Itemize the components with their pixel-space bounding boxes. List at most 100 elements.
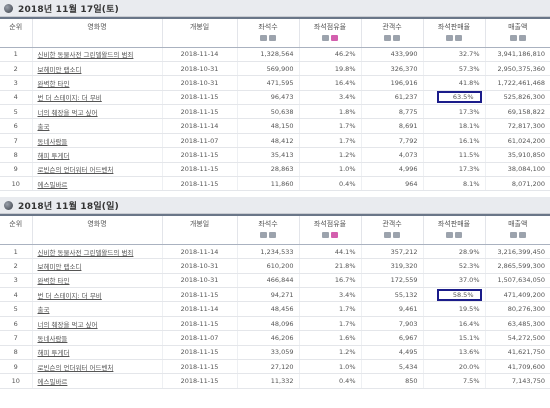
movie-title-link[interactable]: 에스밀바르 xyxy=(38,181,68,189)
movie-title-link[interactable]: 번 더 스테이지: 더 무비 xyxy=(38,94,102,102)
seat-sales-rate-cell: 32.7% xyxy=(423,47,486,62)
sort-asc-icon[interactable] xyxy=(331,35,338,41)
release-date-value: 2018-11-15 xyxy=(180,290,219,299)
sort-asc-icon[interactable] xyxy=(455,35,462,41)
sort-desc-icon[interactable] xyxy=(260,232,267,239)
audience-value: 196,916 xyxy=(390,78,418,87)
movie-title-link[interactable]: 로빈슨의 언더워터 어드벤처 xyxy=(38,364,114,372)
column-header: 좌석수 xyxy=(237,214,300,245)
sort-desc-icon[interactable] xyxy=(384,35,391,41)
movie-title-cell: 보헤미안 랩소디 xyxy=(32,61,163,77)
column-header-label: 순위 xyxy=(9,23,23,31)
sales-value: 3,941,186,810 xyxy=(497,50,545,59)
movie-title-cell: 로빈슨의 언더워터 어드벤처 xyxy=(32,162,163,178)
column-header: 개봉일 xyxy=(162,214,238,245)
sort-controls xyxy=(301,35,360,41)
sort-desc-icon[interactable] xyxy=(446,232,453,239)
table-row: 7 동네사람들 2018-11-07 46,206 1.6% 6,967 15.1% 54,2… xyxy=(0,330,550,346)
release-date-value: 2018-10-31 xyxy=(180,261,219,270)
seat-share-cell: 1.7% xyxy=(299,301,362,317)
sales-value: 471,409,200 xyxy=(503,290,545,299)
audience-cell: 172,559 xyxy=(361,273,424,289)
seat-sales-rate-value: 17.3% xyxy=(458,165,480,174)
sort-asc-icon[interactable] xyxy=(393,232,400,239)
seats-cell: 50,638 xyxy=(237,104,300,120)
section-date-title: 2018년 11월 18일(일) xyxy=(18,201,119,212)
movie-title-link[interactable]: 에스밀바르 xyxy=(38,378,68,386)
rank-value: 1 xyxy=(13,247,18,256)
table-row: 8 해피 투게더 2018-11-15 33,059 1.2% 4,495 13.6% 41,… xyxy=(0,345,550,361)
sort-asc-icon[interactable] xyxy=(331,232,338,239)
movie-title-cell: 완벽한 타인 xyxy=(32,75,163,91)
column-header: 관객수 xyxy=(361,17,424,48)
sort-desc-icon[interactable] xyxy=(260,35,267,41)
movie-title-link[interactable]: 보헤미안 랩소디 xyxy=(38,263,82,271)
table-row: 3 완벽한 타인 2018-10-31 466,844 16.7% 172,559 37.0… xyxy=(0,273,550,289)
seat-sales-rate-cell: 41.8% xyxy=(423,75,486,91)
movie-title-link[interactable]: 신비한 동물사전 그린델왈드의 범죄 xyxy=(38,249,134,257)
movie-title-link[interactable]: 완벽한 타인 xyxy=(38,277,70,285)
seats-cell: 1,234,533 xyxy=(237,244,300,260)
sort-asc-icon[interactable] xyxy=(269,232,276,239)
movie-title-link[interactable]: 완벽한 타인 xyxy=(38,80,70,88)
sort-desc-icon[interactable] xyxy=(509,232,517,239)
release-date-value: 2018-11-07 xyxy=(180,136,219,145)
sales-cell: 72,817,300 xyxy=(485,118,550,134)
sales-cell: 41,709,600 xyxy=(485,359,550,375)
column-header: 관객수 xyxy=(361,214,424,245)
seat-sales-rate-value: 19.5% xyxy=(458,305,480,314)
sort-desc-icon[interactable] xyxy=(446,35,453,41)
seat-share-value: 3.4% xyxy=(338,93,356,102)
movie-title-link[interactable]: 너의 췌장을 먹고 싶어 xyxy=(38,109,98,117)
seat-sales-rate-cell: 20.0% xyxy=(423,359,486,375)
seat-sales-rate-value: 32.7% xyxy=(458,50,480,59)
seats-value: 466,844 xyxy=(266,276,294,285)
movie-title-link[interactable]: 출국 xyxy=(38,306,50,314)
movie-title-link[interactable]: 동네사람들 xyxy=(38,335,68,343)
movie-title-link[interactable]: 보헤미안 랩소디 xyxy=(38,66,82,74)
movie-title-link[interactable]: 출국 xyxy=(38,123,50,131)
table-row: 4 번 더 스테이지: 더 무비 2018-11-15 96,473 3.4% 61,23… xyxy=(0,90,550,106)
seat-share-cell: 16.4% xyxy=(299,75,362,91)
audience-value: 7,903 xyxy=(398,319,418,328)
release-date-cell: 2018-10-31 xyxy=(162,258,238,274)
sort-asc-icon[interactable] xyxy=(518,35,526,41)
sort-asc-icon[interactable] xyxy=(269,35,276,41)
movie-title-link[interactable]: 해피 투게더 xyxy=(38,152,70,160)
movie-title-link[interactable]: 해피 투게더 xyxy=(38,349,70,357)
sort-asc-icon[interactable] xyxy=(518,232,526,239)
sort-asc-icon[interactable] xyxy=(455,232,462,239)
rank-cell: 4 xyxy=(0,90,33,106)
audience-cell: 61,237 xyxy=(361,90,424,106)
seat-share-cell: 1.0% xyxy=(299,162,362,178)
sales-value: 3,216,399,450 xyxy=(497,247,545,256)
sales-cell: 35,910,850 xyxy=(485,147,550,163)
movie-title-link[interactable]: 번 더 스테이지: 더 무비 xyxy=(38,292,102,300)
audience-cell: 55,132 xyxy=(361,287,424,303)
release-date-value: 2018-10-31 xyxy=(180,78,219,87)
sort-asc-icon[interactable] xyxy=(393,35,400,41)
sort-controls xyxy=(363,232,422,239)
seats-cell: 48,150 xyxy=(237,118,300,134)
sort-desc-icon[interactable] xyxy=(509,35,517,41)
movie-title-link[interactable]: 동네사람들 xyxy=(38,138,68,146)
sales-cell: 1,722,461,468 xyxy=(485,75,550,91)
rank-value: 3 xyxy=(13,276,18,285)
release-date-value: 2018-10-31 xyxy=(180,64,219,73)
sort-desc-icon[interactable] xyxy=(322,35,329,41)
seat-share-value: 0.4% xyxy=(338,377,356,386)
audience-value: 433,990 xyxy=(390,50,418,59)
movie-title-link[interactable]: 로빈슨의 언더워터 어드벤처 xyxy=(38,166,114,174)
section-date-title: 2018년 11월 17일(토) xyxy=(18,4,119,15)
sort-desc-icon[interactable] xyxy=(384,232,391,239)
movie-title-link[interactable]: 너의 췌장을 먹고 싶어 xyxy=(38,321,98,329)
movie-title-cell: 해피 투게더 xyxy=(32,345,163,361)
audience-value: 6,967 xyxy=(398,333,418,342)
sales-value: 7,143,750 xyxy=(511,377,545,386)
seats-cell: 471,595 xyxy=(237,75,300,91)
sort-controls xyxy=(363,35,422,41)
sort-desc-icon[interactable] xyxy=(322,232,329,239)
rank-cell: 4 xyxy=(0,287,33,303)
rank-cell: 9 xyxy=(0,162,33,178)
movie-title-link[interactable]: 신비한 동물사전 그린델왈드의 범죄 xyxy=(38,51,134,59)
